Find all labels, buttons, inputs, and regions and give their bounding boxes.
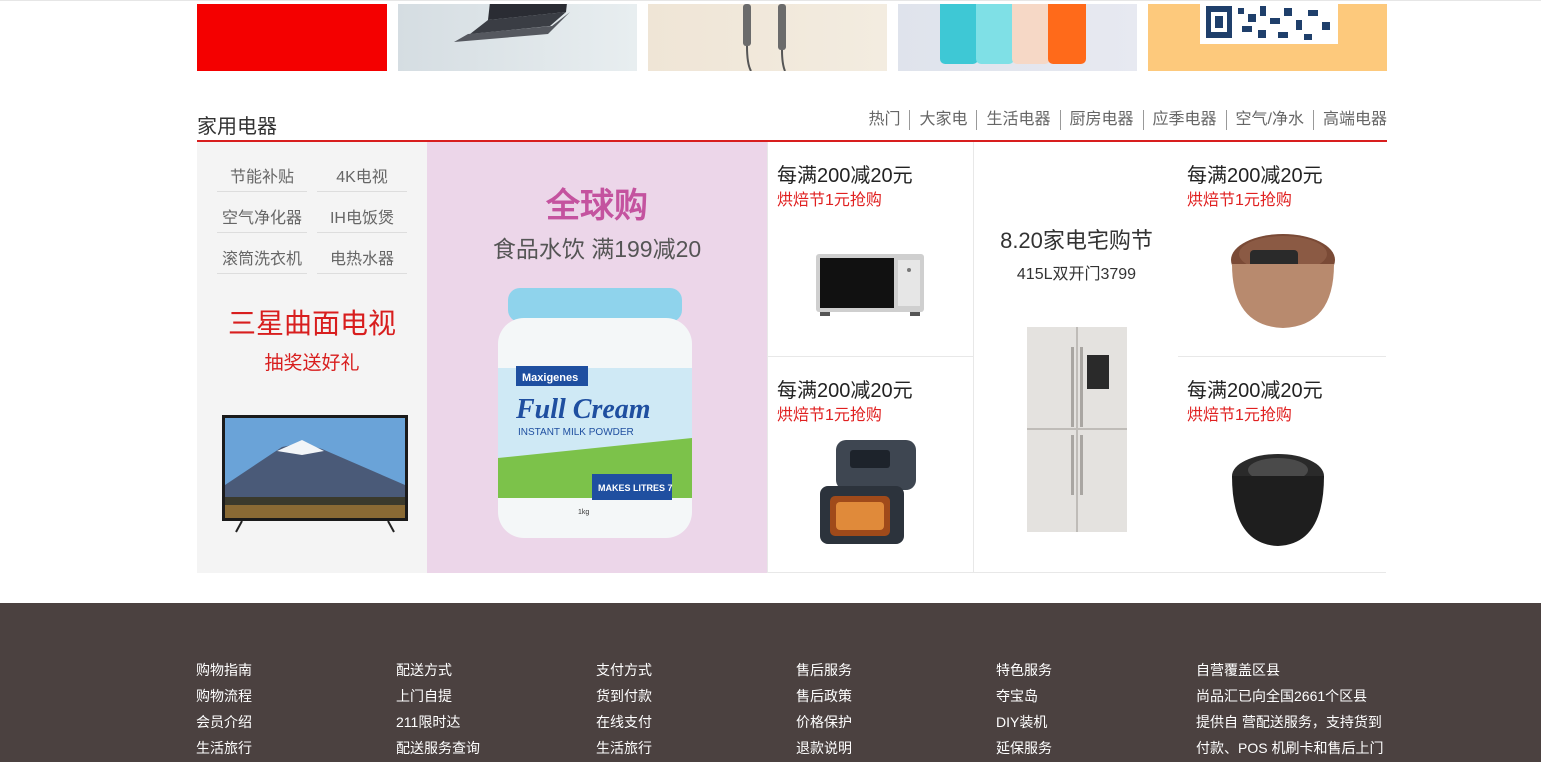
footer-column-after-sales: 售后服务 售后政策 价格保护 退款说明 xyxy=(796,657,852,761)
footer-text: 尚品汇已向全国2661个区县 xyxy=(1196,688,1368,704)
tab-kitchen-appliances[interactable]: 厨房电器 xyxy=(1059,110,1143,130)
product-title: 每满200减20元 xyxy=(1187,165,1323,187)
tab-air-water-purifier[interactable]: 空气/净水 xyxy=(1225,110,1313,130)
footer-column-delivery: 配送方式 上门自提 211限时达 配送服务查询 xyxy=(396,657,480,761)
footer-heading: 自营覆盖区县 xyxy=(1196,662,1280,678)
product-brand: Maxigenes xyxy=(522,372,578,384)
rice-cooker-icon xyxy=(1231,234,1335,328)
hairdryer-icon xyxy=(743,4,786,71)
product-subtitle: 烘焙节1元抢购 xyxy=(777,407,882,424)
product-name: Full Cream xyxy=(515,394,651,425)
microwave-icon xyxy=(816,254,924,316)
promo-banner-row xyxy=(197,4,1387,71)
footer-link[interactable]: 售后政策 xyxy=(796,683,852,709)
qr-code-icon xyxy=(1200,4,1338,44)
footer-link[interactable]: DIY装机 xyxy=(996,709,1052,735)
air-fryer-icon xyxy=(820,440,916,544)
section-header: 家用电器 热门 大家电 生活电器 厨房电器 应季电器 空气/净水 高端电器 xyxy=(197,104,1387,142)
phones-icon xyxy=(940,4,1086,64)
footer-link[interactable]: 在线支付 xyxy=(596,709,652,735)
footer-link[interactable]: 货到付款 xyxy=(596,683,652,709)
section-tabs: 热门 大家电 生活电器 厨房电器 应季电器 空气/净水 高端电器 xyxy=(859,110,1387,130)
keyword-link[interactable]: 电热水器 xyxy=(317,245,407,274)
product-card-microwave[interactable]: 每满200减20元 烘焙节1元抢购 xyxy=(767,142,973,357)
footer-link[interactable]: 上门自提 xyxy=(396,683,480,709)
footer-text: 提供自 营配送服务，支持货到 xyxy=(1196,714,1382,730)
footer-link[interactable]: 配送服务查询 xyxy=(396,735,480,761)
footer-heading: 支付方式 xyxy=(596,662,652,678)
keyword-link[interactable]: 滚筒洗衣机 xyxy=(217,245,307,274)
product-desc: INSTANT MILK POWDER xyxy=(518,427,634,438)
footer-link[interactable]: 生活旅行 xyxy=(196,735,252,761)
footer-column-coverage: 自营覆盖区县 尚品汇已向全国2661个区县 提供自 营配送服务，支持货到 付款、… xyxy=(1196,657,1383,761)
television-icon[interactable] xyxy=(222,415,408,533)
product-title: 每满200减20元 xyxy=(1187,380,1323,402)
tab-hot[interactable]: 热门 xyxy=(859,110,909,130)
footer-text: 付款、POS 机刷卡和售后上门 xyxy=(1196,740,1384,756)
product-subtitle: 烘焙节1元抢购 xyxy=(1187,407,1292,424)
site-footer: 购物指南 购物流程 会员介绍 生活旅行 配送方式 上门自提 211限时达 配送服… xyxy=(0,603,1541,762)
footer-link[interactable]: 211限时达 xyxy=(396,709,480,735)
product-title: 每满200减20元 xyxy=(777,380,913,402)
footer-link[interactable]: 购物流程 xyxy=(196,683,252,709)
fridge-promo-subtitle: 415L双开门3799 xyxy=(1016,266,1137,283)
footer-column-special-services: 特色服务 夺宝岛 DIY装机 延保服务 xyxy=(996,657,1052,761)
keyword-link[interactable]: 4K电视 xyxy=(317,163,407,192)
left-keyword-panel: 节能补贴 4K电视 空气净化器 IH电饭煲 滚筒洗衣机 电热水器 三星曲面电视 … xyxy=(197,142,427,573)
global-shopping-title: 全球购 xyxy=(546,187,648,225)
tv-promo-title[interactable]: 三星曲面电视 xyxy=(197,302,427,342)
tv-promo-subtitle[interactable]: 抽奖送好礼 xyxy=(197,348,427,375)
product-card-rice-cooker[interactable]: 每满200减20元 烘焙节1元抢购 xyxy=(1178,142,1386,357)
footer-link[interactable]: 退款说明 xyxy=(796,735,852,761)
footer-link[interactable]: 生活旅行 xyxy=(596,735,652,761)
footer-column-payment: 支付方式 货到付款 在线支付 生活旅行 xyxy=(596,657,652,761)
product-title: 每满200减20元 xyxy=(777,165,913,187)
promo-banner-laptop[interactable] xyxy=(398,4,637,71)
footer-column-shopping-guide: 购物指南 购物流程 会员介绍 生活旅行 xyxy=(196,657,252,761)
milk-powder-can-icon: Maxigenes Full Cream INSTANT MILK POWDER… xyxy=(498,288,692,538)
tab-large-appliances[interactable]: 大家电 xyxy=(909,110,976,130)
keyword-link[interactable]: 节能补贴 xyxy=(217,163,307,192)
footer-heading: 购物指南 xyxy=(196,662,252,678)
pressure-cooker-icon xyxy=(1232,454,1324,546)
global-shopping-subtitle: 食品水饮 满199减20 xyxy=(492,236,702,262)
product-subtitle: 烘焙节1元抢购 xyxy=(777,192,882,209)
product-badge: MAKES LITRES 7 xyxy=(598,483,673,493)
footer-heading: 特色服务 xyxy=(996,662,1052,678)
promo-banner-hairdryer[interactable] xyxy=(648,4,887,71)
tab-seasonal-appliances[interactable]: 应季电器 xyxy=(1142,110,1226,130)
promo-banner-phones[interactable] xyxy=(898,4,1137,71)
fridge-promo-card[interactable]: 8.20家电宅购节 415L双开门3799 xyxy=(973,142,1178,573)
footer-link[interactable]: 价格保护 xyxy=(796,709,852,735)
tab-premium-appliances[interactable]: 高端电器 xyxy=(1312,110,1387,130)
footer-heading: 售后服务 xyxy=(796,662,852,678)
fridge-promo-title: 8.20家电宅购节 xyxy=(1000,228,1153,253)
footer-link[interactable]: 会员介绍 xyxy=(196,709,252,735)
footer-heading: 配送方式 xyxy=(396,662,452,678)
promo-banner-qrcode[interactable] xyxy=(1148,4,1387,71)
global-shopping-banner[interactable]: 全球购 食品水饮 满199减20 Maxigenes Full Cream IN… xyxy=(427,142,767,573)
keyword-link[interactable]: IH电饭煲 xyxy=(317,204,407,233)
refrigerator-icon xyxy=(1027,327,1127,532)
section-title: 家用电器 xyxy=(197,116,277,138)
footer-link[interactable]: 夺宝岛 xyxy=(996,683,1052,709)
keyword-link[interactable]: 空气净化器 xyxy=(217,204,307,233)
tab-life-appliances[interactable]: 生活电器 xyxy=(976,110,1059,130)
product-card-pressure-cooker[interactable]: 每满200减20元 烘焙节1元抢购 xyxy=(1178,357,1386,573)
laptop-icon xyxy=(454,4,570,42)
product-subtitle: 烘焙节1元抢购 xyxy=(1187,192,1292,209)
footer-link[interactable]: 延保服务 xyxy=(996,735,1052,761)
product-weight: 1kg xyxy=(578,509,589,516)
product-card-air-fryer[interactable]: 每满200减20元 烘焙节1元抢购 xyxy=(767,357,973,573)
promo-banner-red[interactable] xyxy=(197,4,387,71)
